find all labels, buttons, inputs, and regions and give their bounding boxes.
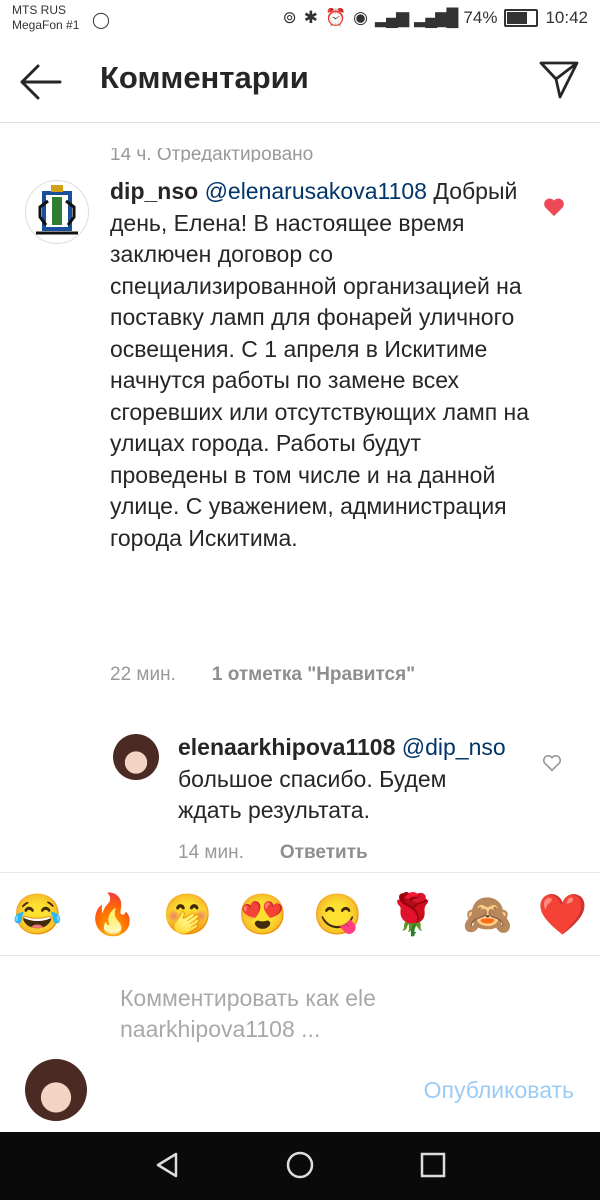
emoji-see-no-evil[interactable]: 🙈 bbox=[463, 891, 513, 938]
carrier-info: MTS RUS MegaFon #1 bbox=[12, 3, 79, 33]
bluetooth-icon: ✱ bbox=[303, 8, 318, 27]
system-nav-bar bbox=[0, 1132, 600, 1200]
emoji-tears-of-joy[interactable]: 😂 bbox=[13, 891, 63, 938]
battery-icon bbox=[504, 9, 539, 27]
comment-text: Добрый день, Елена! В настоящее время за… bbox=[110, 178, 530, 551]
signal-icon: ▂▄▆ bbox=[374, 8, 409, 27]
comment-meta: 22 мин. 1 отметка "Нравится" bbox=[110, 664, 415, 686]
comment-time: 14 мин. bbox=[178, 842, 244, 863]
coat-of-arms-icon bbox=[36, 185, 78, 235]
avatar[interactable] bbox=[113, 734, 159, 780]
comment-text: большое спасибо. Будем ждать результата. bbox=[178, 765, 447, 824]
carrier-line-2: MegaFon #1 bbox=[12, 18, 80, 32]
comment-body: elenaarkhipova1108 @dip_nso большое спас… bbox=[178, 732, 508, 827]
carrier-line-1: MTS RUS bbox=[12, 3, 66, 17]
emoji-fire[interactable]: 🔥 bbox=[88, 891, 138, 938]
publish-button[interactable]: Опубликовать bbox=[424, 1077, 574, 1104]
previous-comment-meta: 14 ч. Отредактировано bbox=[110, 148, 314, 162]
likes-count[interactable]: 1 отметка "Нравится" bbox=[212, 664, 415, 686]
comment-username[interactable]: elenaarkhipova1108 bbox=[178, 734, 395, 760]
avatar bbox=[25, 1059, 87, 1121]
comment-username[interactable]: dip_nso bbox=[110, 178, 198, 204]
avatar[interactable] bbox=[25, 180, 89, 244]
comment-time: 22 мин. bbox=[110, 664, 176, 685]
comment-composer: Комментировать как elenaarkhipova1108 ..… bbox=[0, 955, 600, 1133]
emoji-hand-over-mouth[interactable]: 🤭 bbox=[163, 891, 213, 938]
header: Комментарии 14 ч. Отредактировано bbox=[0, 40, 600, 162]
battery-percent: 74% bbox=[463, 8, 498, 27]
comment-mention[interactable]: @dip_nso bbox=[402, 734, 506, 760]
heart-filled-icon[interactable] bbox=[543, 197, 565, 217]
comment-mention[interactable]: @elenarusakova1108 bbox=[205, 178, 427, 204]
page-title: Комментарии bbox=[100, 60, 309, 95]
comment-body: dip_nso @elenarusakova1108 Добрый день, … bbox=[110, 176, 530, 554]
heart-outline-icon[interactable] bbox=[542, 754, 562, 772]
whatsapp-icon: ◯ bbox=[92, 12, 110, 29]
eye-icon: ◉ bbox=[353, 8, 368, 27]
status-bar: MTS RUS MegaFon #1 ◯ ⊚ ✱ ⏰ ◉ ▂▄▆ ▂▄▆█ 74… bbox=[0, 0, 600, 40]
signal-2-icon: ▂▄▆█ bbox=[414, 8, 458, 27]
clock: 10:42 bbox=[545, 8, 588, 27]
recents-square-icon[interactable] bbox=[418, 1150, 448, 1180]
back-triangle-icon[interactable] bbox=[152, 1150, 182, 1180]
comment-meta: 14 мин. Ответить bbox=[178, 842, 368, 864]
alarm-icon: ⏰ bbox=[324, 8, 347, 27]
arrow-left-icon[interactable] bbox=[18, 62, 64, 102]
comment-input[interactable]: Комментировать как elenaarkhipova1108 ..… bbox=[120, 983, 380, 1045]
hotspot-icon: ⊚ bbox=[282, 8, 297, 27]
emoji-rose[interactable]: 🌹 bbox=[388, 891, 438, 938]
paper-plane-icon[interactable] bbox=[538, 58, 580, 100]
home-circle-icon[interactable] bbox=[285, 1150, 315, 1180]
reply-button[interactable]: Ответить bbox=[280, 842, 368, 864]
emoji-heart-eyes[interactable]: 😍 bbox=[238, 891, 288, 938]
emoji-red-heart[interactable]: ❤️ bbox=[538, 891, 588, 938]
emoji-yum[interactable]: 😋 bbox=[313, 891, 363, 938]
status-icons: ⊚ ✱ ⏰ ◉ ▂▄▆ ▂▄▆█ 74% 10:42 bbox=[282, 8, 588, 28]
emoji-quick-bar: 😂 🔥 🤭 😍 😋 🌹 🙈 ❤️ bbox=[0, 872, 600, 956]
